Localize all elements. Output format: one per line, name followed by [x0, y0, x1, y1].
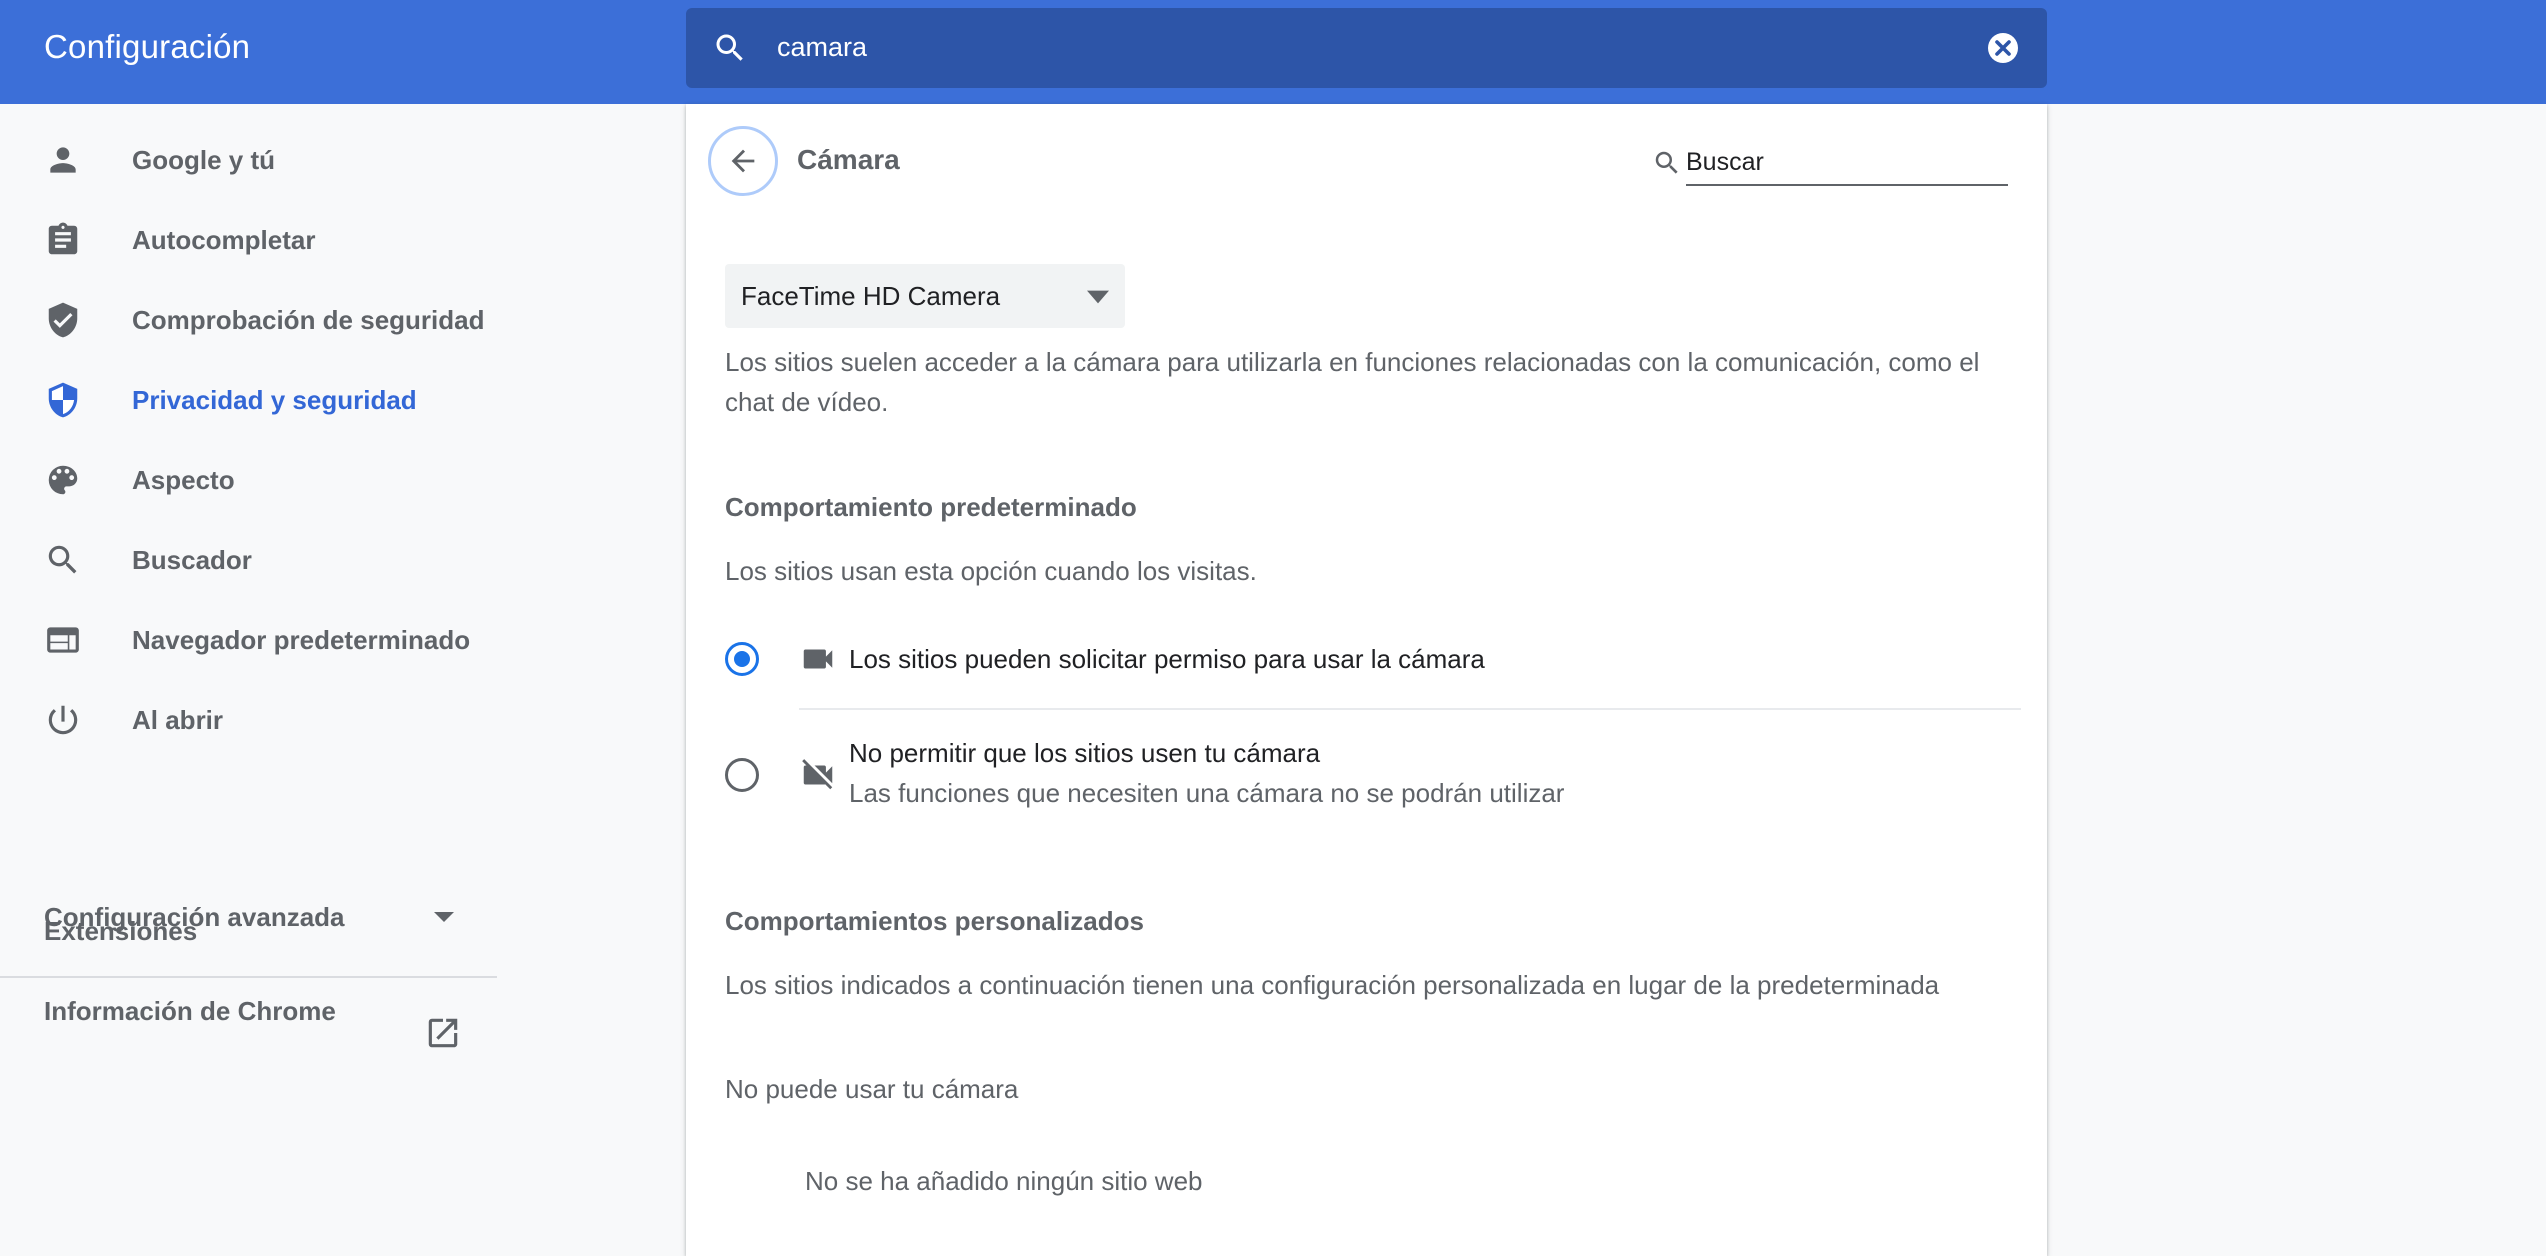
sidebar-item-google[interactable]: Google y tú	[0, 120, 497, 200]
default-behavior-heading: Comportamiento predeterminado	[725, 492, 1137, 522]
site-search	[1646, 140, 2022, 188]
chevron-down-icon	[434, 912, 454, 922]
block-camera-label[interactable]: No permitir que los sitios usen tu cámar…	[849, 738, 1320, 769]
videocam-off-icon	[802, 759, 833, 790]
sidebar-divider	[0, 976, 497, 978]
block-camera-sublabel: Las funciones que necesiten una cámara n…	[849, 778, 1565, 808]
videocam-icon	[803, 649, 833, 669]
option-divider	[799, 708, 2021, 710]
clear-search-icon[interactable]	[1985, 30, 2021, 66]
camera-settings-card: Cámara FaceTime HD Camera Los sitios sue…	[686, 104, 2047, 1256]
sidebar-item-label: Privacidad y seguridad	[132, 384, 417, 415]
sidebar-item-label: Navegador predeterminado	[132, 624, 471, 655]
block-camera-radio[interactable]	[725, 758, 759, 792]
allow-ask-radio[interactable]	[725, 642, 759, 676]
custom-behavior-heading: Comportamientos personalizados	[725, 906, 1144, 936]
sidebar-item-privacy[interactable]: Privacidad y seguridad	[0, 360, 497, 440]
arrow-back-icon	[731, 149, 755, 173]
app-title: Configuración	[44, 28, 251, 65]
clipboard-icon	[48, 222, 78, 255]
sidebar-item-label: Comprobación de seguridad	[132, 304, 485, 335]
sidebar-item-label: Google y tú	[132, 144, 275, 175]
shield-privacy-icon	[48, 382, 78, 418]
sidebar-item-autofill[interactable]: Autocompletar	[0, 200, 497, 280]
top-toolbar: Configuración camara	[0, 0, 2546, 104]
sidebar-item-label: Al abrir	[132, 704, 224, 735]
custom-behavior-subtitle: Los sitios indicados a continuación tien…	[725, 970, 1940, 1000]
open-in-new-icon[interactable]	[424, 1014, 462, 1052]
power-icon	[48, 705, 78, 735]
camera-select-value: FaceTime HD Camera	[741, 281, 1001, 311]
sidebar-item-search-engine[interactable]: Buscador	[0, 520, 497, 600]
shield-check-icon	[48, 302, 78, 338]
search-icon	[48, 545, 77, 574]
sidebar-item-label: Aspecto	[132, 464, 235, 495]
default-behavior-subtitle: Los sitios usan esta opción cuando los v…	[725, 556, 1257, 586]
sidebar-item-on-startup[interactable]: Al abrir	[0, 680, 497, 760]
settings-search-input[interactable]: camara	[777, 32, 867, 63]
site-search-input[interactable]	[1686, 140, 2008, 186]
about-chrome-link[interactable]: Información de Chrome	[44, 996, 336, 1027]
sidebar-item-label: Buscador	[132, 544, 252, 575]
settings-search-box[interactable]: camara	[686, 8, 2047, 88]
blocked-sites-heading: No puede usar tu cámara	[725, 1074, 1019, 1104]
sidebar-item-label: Autocompletar	[132, 224, 316, 255]
sidebar-item-default-browser[interactable]: Navegador predeterminado	[0, 600, 497, 680]
extensions-link[interactable]: Extensiones	[44, 916, 197, 947]
person-icon	[50, 147, 76, 173]
search-icon	[1655, 151, 1678, 174]
page-title: Cámara	[797, 144, 900, 175]
browser-icon	[47, 627, 79, 653]
camera-select-dropdown[interactable]: FaceTime HD Camera	[725, 264, 1125, 328]
dropdown-arrow-icon	[1087, 290, 1109, 304]
blocked-sites-empty: No se ha añadido ningún sitio web	[805, 1166, 1203, 1196]
sidebar-item-safety-check[interactable]: Comprobación de seguridad	[0, 280, 497, 360]
search-icon	[716, 34, 743, 61]
back-button[interactable]	[708, 126, 778, 196]
allow-ask-label[interactable]: Los sitios pueden solicitar permiso para…	[849, 644, 1485, 675]
camera-description: Los sitios suelen acceder a la cámara pa…	[725, 347, 1980, 417]
palette-icon	[48, 465, 78, 495]
sidebar: Google y tú Autocompletar Comprobación d…	[0, 104, 497, 1256]
sidebar-item-appearance[interactable]: Aspecto	[0, 440, 497, 520]
